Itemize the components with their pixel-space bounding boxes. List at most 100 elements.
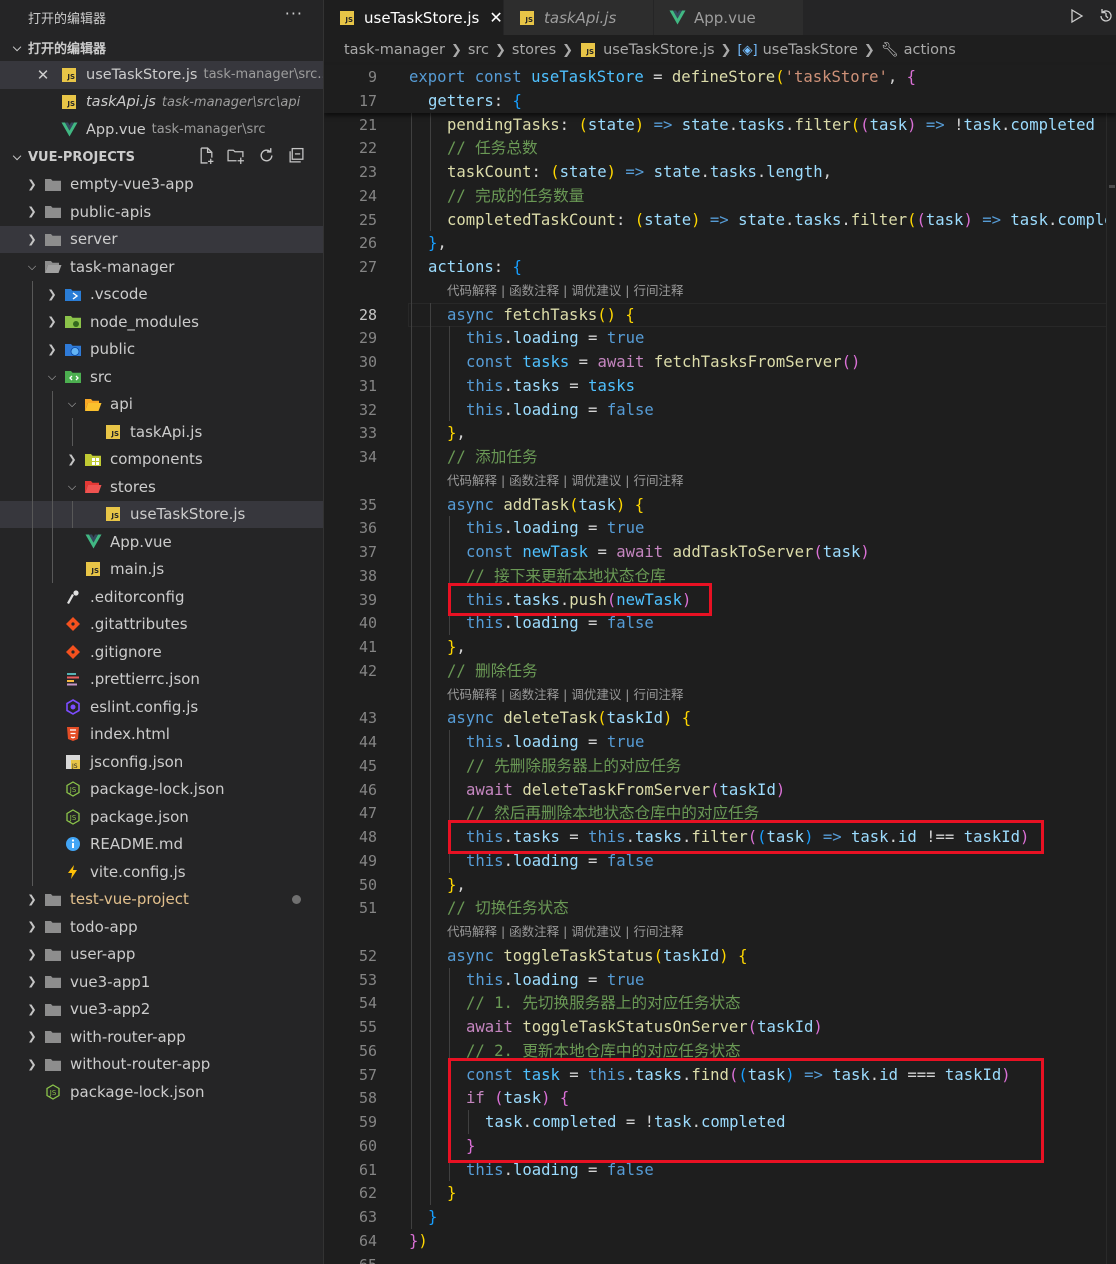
open-editor-item[interactable]: App.vue task-manager\src [0,116,323,144]
chevron-down-icon[interactable]: ⌵ [24,260,40,274]
chevron-down-icon[interactable]: ⌵ [64,480,80,494]
tree-folder[interactable]: ❯ with-router-app [0,1023,323,1051]
tree-folder[interactable]: ❯ empty-vue3-app [0,171,323,199]
tab-usetaskstore[interactable]: JS useTaskStore.js ✕ [324,0,504,35]
tree-file[interactable]: ❯.gitignore [0,638,323,666]
code-lens[interactable]: 代码解释 | 函数注释 | 调优建议 | 行间注释 [447,685,683,705]
code-line[interactable]: 23 taskCount: (state) => state.tasks.leng… [324,160,1116,184]
chevron-down-icon[interactable]: ⌵ [44,370,60,384]
tree-file[interactable]: ❯eslint.config.js [0,693,323,721]
project-section[interactable]: ⌵ VUE-PROJECTS [0,144,323,171]
chevron-right-icon[interactable]: ❯ [24,1030,40,1043]
tree-file[interactable]: ❯vite.config.js [0,858,323,886]
new-folder-icon[interactable] [227,147,245,165]
code-lens[interactable]: 代码解释 | 函数注释 | 调优建议 | 行间注释 [447,281,683,301]
run-icon[interactable] [1068,8,1084,28]
tree-folder[interactable]: ❯ public [0,336,323,364]
tree-folder[interactable]: ❯ node_modules [0,308,323,336]
code-line[interactable]: 55 await toggleTaskStatusOnServer(taskId) [324,1015,1116,1039]
code-line[interactable]: 37 const newTask = await addTaskToServer(… [324,540,1116,564]
code-line[interactable]: 52 async toggleTaskStatus(taskId) { [324,944,1116,968]
chevron-right-icon[interactable]: ❯ [44,315,60,328]
tree-folder[interactable]: ❯ server [0,225,323,253]
open-editors-section[interactable]: ⌵ 打开的编辑器 [0,34,323,61]
tree-folder[interactable]: ❯ test-vue-project [0,886,323,914]
code-line[interactable]: 35 async addTask(task) { [324,493,1116,517]
chevron-right-icon[interactable]: ❯ [24,1058,40,1071]
chevron-right-icon[interactable]: ❯ [24,1003,40,1016]
code-line[interactable]: 17 getters: { [324,89,1116,113]
chevron-right-icon[interactable]: ❯ [44,288,60,301]
code-line[interactable]: 50}, [324,873,1116,897]
chevron-right-icon[interactable]: ❯ [24,893,40,906]
code-line[interactable]: 53 this.loading = true [324,968,1116,992]
code-line[interactable]: 51 // 切换任务状态 [324,896,1116,920]
tree-file[interactable]: ❯JSuseTaskStore.js [0,500,323,528]
code-line[interactable]: 26}, [324,231,1116,255]
more-actions-icon[interactable]: ··· [285,4,303,23]
tree-folder[interactable]: ⌵ task-manager [0,253,323,281]
code-line[interactable]: 30 const tasks = await fetchTasksFromServ… [324,350,1116,374]
code-line[interactable]: 9 export const useTaskStore = defineStore… [324,65,1116,89]
code-line[interactable]: 25 completedTaskCount: (state) => state.t… [324,208,1116,232]
code-line[interactable]: 39 this.tasks.push(newTask) [324,588,1116,612]
breadcrumb-item-actions[interactable]: actions [904,42,956,58]
tree-file[interactable]: ❯App.vue [0,528,323,556]
tree-folder[interactable]: ❯ todo-app [0,913,323,941]
breadcrumb-item-file[interactable]: useTaskStore.js [603,42,714,58]
tree-folder[interactable]: ❯ public-apis [0,198,323,226]
code-line[interactable]: 33}, [324,421,1116,445]
code-line[interactable]: 63} [324,1205,1116,1229]
chevron-right-icon[interactable]: ❯ [44,343,60,356]
close-icon[interactable]: ✕ [36,66,50,84]
code-line[interactable]: 27 actions: { [324,255,1116,279]
code-line[interactable]: 36 this.loading = true [324,516,1116,540]
code-line[interactable]: 22 // 任务总数 [324,136,1116,160]
tree-folder[interactable]: ❯ without-router-app [0,1051,323,1079]
new-file-icon[interactable] [197,147,215,165]
tree-folder[interactable]: ❯ vue3-app2 [0,996,323,1024]
tree-file[interactable]: ❯README.md [0,831,323,859]
chevron-right-icon[interactable]: ❯ [24,205,40,218]
open-editor-item[interactable]: ✕ JS useTaskStore.js task-manager\src... [0,61,323,89]
code-line[interactable]: 43 async deleteTask(taskId) { [324,706,1116,730]
code-line[interactable]: 38// 接下来更新本地状态仓库 [324,564,1116,588]
open-editor-item[interactable]: JS taskApi.js task-manager\src\api [0,89,323,117]
tree-file[interactable]: ❯.editorconfig [0,583,323,611]
code-lens[interactable]: 代码解释 | 函数注释 | 调优建议 | 行间注释 [447,471,683,491]
chevron-right-icon[interactable]: ❯ [24,920,40,933]
chevron-right-icon[interactable]: ❯ [24,948,40,961]
tree-file[interactable]: ❯JSpackage.json [0,803,323,831]
code-line[interactable]: 46 await deleteTaskFromServer(taskId) [324,778,1116,802]
tree-folder[interactable]: ❯ components [0,446,323,474]
code-line[interactable]: 44 this.loading = true [324,730,1116,754]
code-line[interactable]: 29 this.loading = true [324,326,1116,350]
code-line[interactable]: 41}, [324,635,1116,659]
code-line[interactable]: 62} [324,1181,1116,1205]
chevron-down-icon[interactable]: ⌵ [64,397,80,411]
breadcrumb-item-stores[interactable]: stores [512,42,556,58]
breadcrumb-item-task-manager[interactable]: task-manager [344,42,445,58]
tab-taskapi[interactable]: JS taskApi.js [504,0,654,35]
code-line[interactable]: 32 this.loading = false [324,398,1116,422]
history-icon[interactable] [1098,8,1114,28]
code-line[interactable]: 31 this.tasks = tasks [324,374,1116,398]
code-line[interactable]: 65 [324,1253,1116,1264]
close-icon[interactable]: ✕ [489,8,502,27]
tree-folder[interactable]: ❯ user-app [0,941,323,969]
tree-file[interactable]: ❯JSpackage-lock.json [0,1078,323,1106]
tree-file[interactable]: ❯JStaskApi.js [0,418,323,446]
tree-folder[interactable]: ❯ .vscode [0,281,323,309]
chevron-right-icon[interactable]: ❯ [24,178,40,191]
tree-folder[interactable]: ⌵ stores [0,473,323,501]
tree-file[interactable]: ❯JSmain.js [0,556,323,584]
tree-file[interactable]: ❯JSjsconfig.json [0,748,323,776]
tab-app-vue[interactable]: App.vue [654,0,804,35]
tree-folder[interactable]: ❯ vue3-app1 [0,968,323,996]
chevron-right-icon[interactable]: ❯ [64,453,80,466]
code-editor[interactable]: 9 export const useTaskStore = defineStore… [324,65,1116,1264]
code-line[interactable]: 40 this.loading = false [324,611,1116,635]
code-line[interactable]: 21 pendingTasks: (state) => state.tasks.f… [324,113,1116,137]
tree-file[interactable]: ❯.prettierrc.json [0,666,323,694]
chevron-right-icon[interactable]: ❯ [24,975,40,988]
